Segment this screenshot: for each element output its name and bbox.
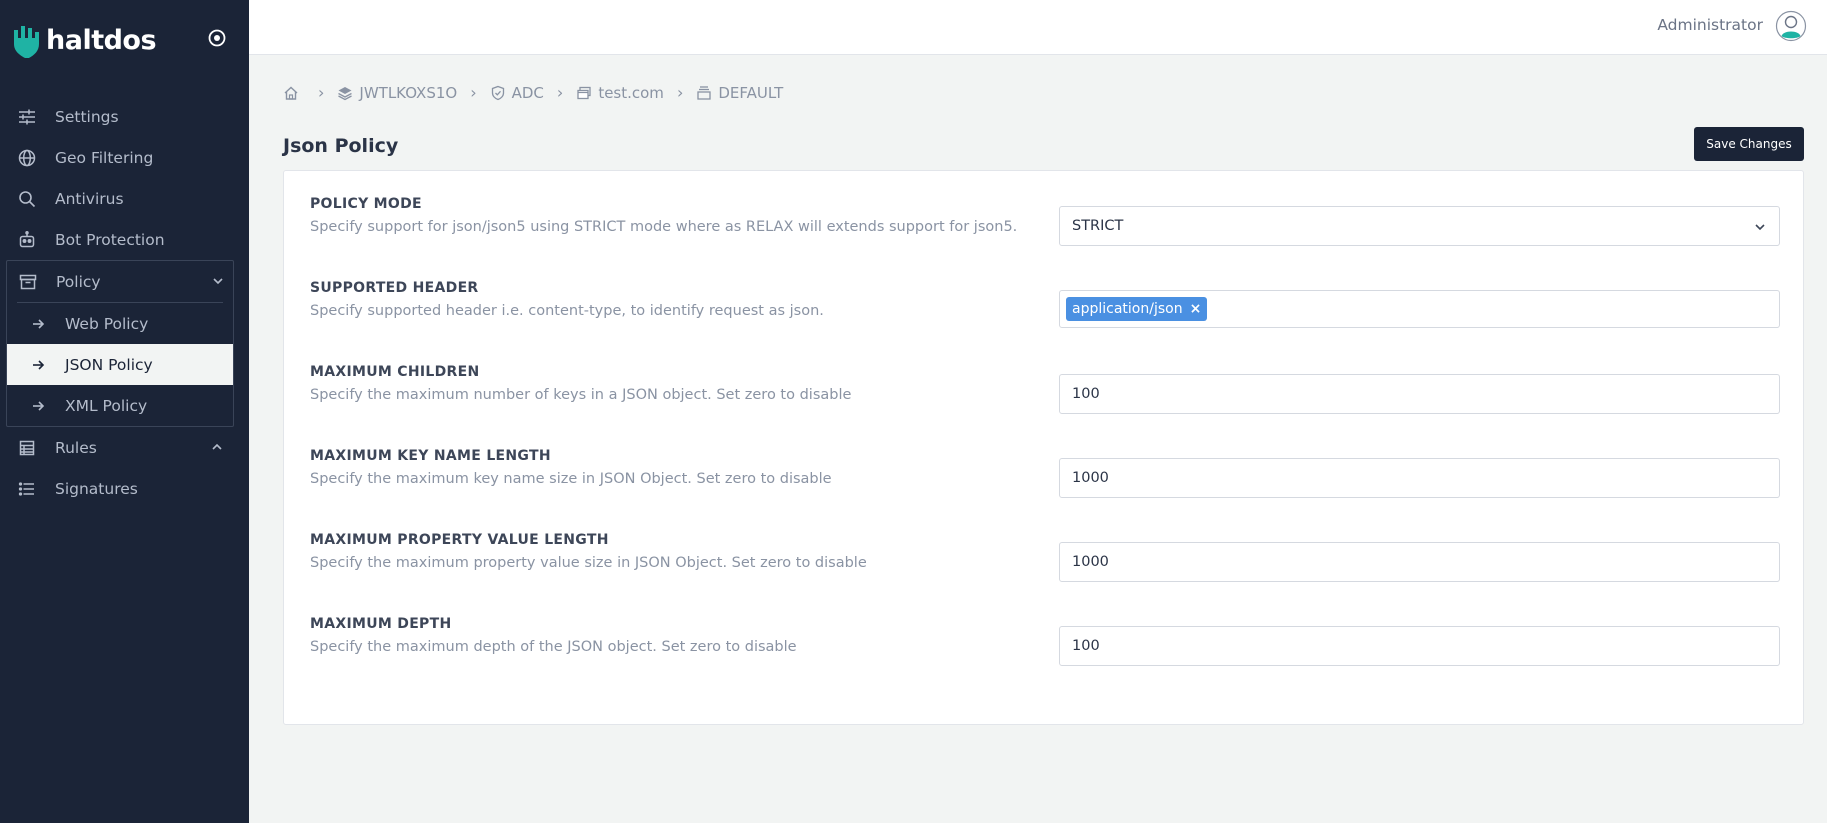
user-name[interactable]: Administrator (1657, 16, 1763, 34)
user-avatar-icon[interactable] (1775, 10, 1807, 42)
page-title: Json Policy (283, 135, 399, 157)
field-description: Specify the maximum key name size in JSO… (310, 471, 832, 487)
chevron-up-icon (212, 443, 222, 450)
max-depth-row: MAXIMUM DEPTH Specify the maximum depth … (310, 601, 1780, 666)
max-children-input[interactable]: 100 (1059, 374, 1780, 414)
sidebar-subitem-web-policy[interactable]: Web Policy (7, 303, 233, 344)
field-description: Specify support for json/json5 using STR… (310, 219, 1018, 235)
sidebar-item-settings[interactable]: Settings (0, 96, 249, 137)
breadcrumb-home[interactable] (283, 85, 305, 101)
tag-remove-icon[interactable]: × (1190, 301, 1202, 317)
max-key-name-length-row: MAXIMUM KEY NAME LENGTH Specify the maxi… (310, 433, 1780, 498)
header-tag-label: application/json (1072, 301, 1183, 317)
home-icon (284, 86, 298, 100)
shield-check-icon (491, 85, 504, 100)
sidebar-toggle-icon[interactable] (207, 28, 227, 48)
supported-header-tag-input[interactable]: application/json × (1059, 290, 1780, 328)
save-changes-button[interactable]: Save Changes (1694, 127, 1804, 161)
field-description: Specify the maximum depth of the JSON ob… (310, 639, 797, 655)
max-property-value-length-input[interactable]: 1000 (1059, 542, 1780, 582)
field-description: Specify the maximum number of keys in a … (310, 387, 852, 403)
supported-header-row: SUPPORTED HEADER Specify supported heade… (310, 265, 1780, 328)
breadcrumb-item[interactable]: ADC (490, 84, 544, 102)
breadcrumb-item[interactable]: DEFAULT (696, 84, 783, 102)
archive-icon (18, 272, 38, 292)
sidebar-item-antivirus[interactable]: Antivirus (0, 178, 249, 219)
breadcrumb-separator: › (676, 83, 684, 102)
header-tag: application/json × (1066, 297, 1208, 321)
sidebar-item-geo-filtering[interactable]: Geo Filtering (0, 137, 249, 178)
sidebar-item-bot-protection[interactable]: Bot Protection (0, 219, 249, 260)
breadcrumb-separator: › (470, 83, 477, 102)
sidebar-item-label: Rules (55, 438, 97, 457)
sidebar-item-rules[interactable]: Rules (0, 427, 249, 468)
sidebar-subitem-json-policy[interactable]: JSON Policy (7, 344, 233, 385)
chevron-down-icon (1755, 224, 1765, 231)
brand[interactable]: haltdos (12, 20, 157, 60)
sidebar-item-policy[interactable]: Policy (7, 261, 233, 302)
search-icon (17, 189, 37, 209)
field-label: MAXIMUM PROPERTY VALUE LENGTH (310, 532, 609, 548)
breadcrumb: › JWTLKOXS1O › ADC › test.com › DEFAULT (283, 83, 783, 102)
list-icon (17, 479, 37, 499)
sidebar-nav: Settings Geo Filtering Antivirus Bot Pro… (0, 96, 249, 509)
chevron-down-icon (213, 278, 223, 285)
json-policy-form: POLICY MODE Specify support for json/jso… (283, 170, 1804, 725)
field-label: MAXIMUM KEY NAME LENGTH (310, 448, 551, 464)
sidebar-item-label: Geo Filtering (55, 148, 154, 167)
sliders-icon (17, 107, 37, 127)
arrow-right-icon (33, 359, 45, 370)
sidebar-subitem-xml-policy[interactable]: XML Policy (7, 385, 233, 426)
sidebar-item-label: Policy (56, 272, 101, 291)
arrow-right-icon (33, 318, 45, 329)
max-property-value-length-row: MAXIMUM PROPERTY VALUE LENGTH Specify th… (310, 517, 1780, 582)
sidebar-item-label: Bot Protection (55, 230, 165, 249)
policy-mode-value: STRICT (1072, 218, 1124, 234)
field-label: SUPPORTED HEADER (310, 280, 479, 296)
policy-subnav: Web Policy JSON Policy XML Policy (7, 302, 233, 426)
breadcrumb-label: test.com (598, 83, 664, 102)
field-label: MAXIMUM DEPTH (310, 616, 452, 632)
window-icon (577, 86, 591, 99)
policy-mode-row: POLICY MODE Specify support for json/jso… (310, 181, 1780, 246)
breadcrumb-label: DEFAULT (718, 83, 784, 102)
arrow-right-icon (33, 400, 45, 411)
layers-icon (338, 86, 353, 100)
max-key-name-length-input[interactable]: 1000 (1059, 458, 1780, 498)
policy-mode-select[interactable]: STRICT (1059, 206, 1780, 246)
sidebar-item-label: Antivirus (55, 189, 124, 208)
breadcrumb-separator: › (318, 83, 325, 102)
breadcrumb-item[interactable]: JWTLKOXS1O (337, 84, 457, 102)
max-children-row: MAXIMUM CHILDREN Specify the maximum num… (310, 349, 1780, 414)
max-depth-input[interactable]: 100 (1059, 626, 1780, 666)
breadcrumb-separator: › (556, 83, 564, 102)
field-description: Specify the maximum property value size … (310, 555, 867, 571)
table-list-icon (17, 438, 37, 458)
sidebar: haltdos Settings Geo Filtering Antivirus… (0, 0, 249, 823)
breadcrumb-item[interactable]: test.com (576, 84, 664, 102)
sidebar-group-policy: Policy Web Policy JSON Policy XML Policy (6, 260, 234, 427)
sidebar-item-label: Settings (55, 107, 119, 126)
breadcrumb-label: JWTLKOXS1O (359, 83, 458, 102)
sidebar-subitem-label: Web Policy (65, 314, 149, 333)
sidebar-subitem-label: JSON Policy (65, 355, 153, 374)
field-description: Specify supported header i.e. content-ty… (310, 303, 824, 319)
topbar: Administrator (249, 0, 1827, 55)
sidebar-item-label: Signatures (55, 479, 138, 498)
stack-icon (697, 85, 711, 100)
breadcrumb-label: ADC (511, 83, 544, 102)
brand-name: haltdos (46, 24, 157, 56)
sidebar-subitem-label: XML Policy (65, 396, 148, 415)
robot-icon (17, 230, 37, 250)
globe-icon (17, 148, 37, 168)
sidebar-item-signatures[interactable]: Signatures (0, 468, 249, 509)
haltdos-logo-icon (14, 26, 39, 58)
field-label: POLICY MODE (310, 196, 422, 212)
field-label: MAXIMUM CHILDREN (310, 364, 480, 380)
